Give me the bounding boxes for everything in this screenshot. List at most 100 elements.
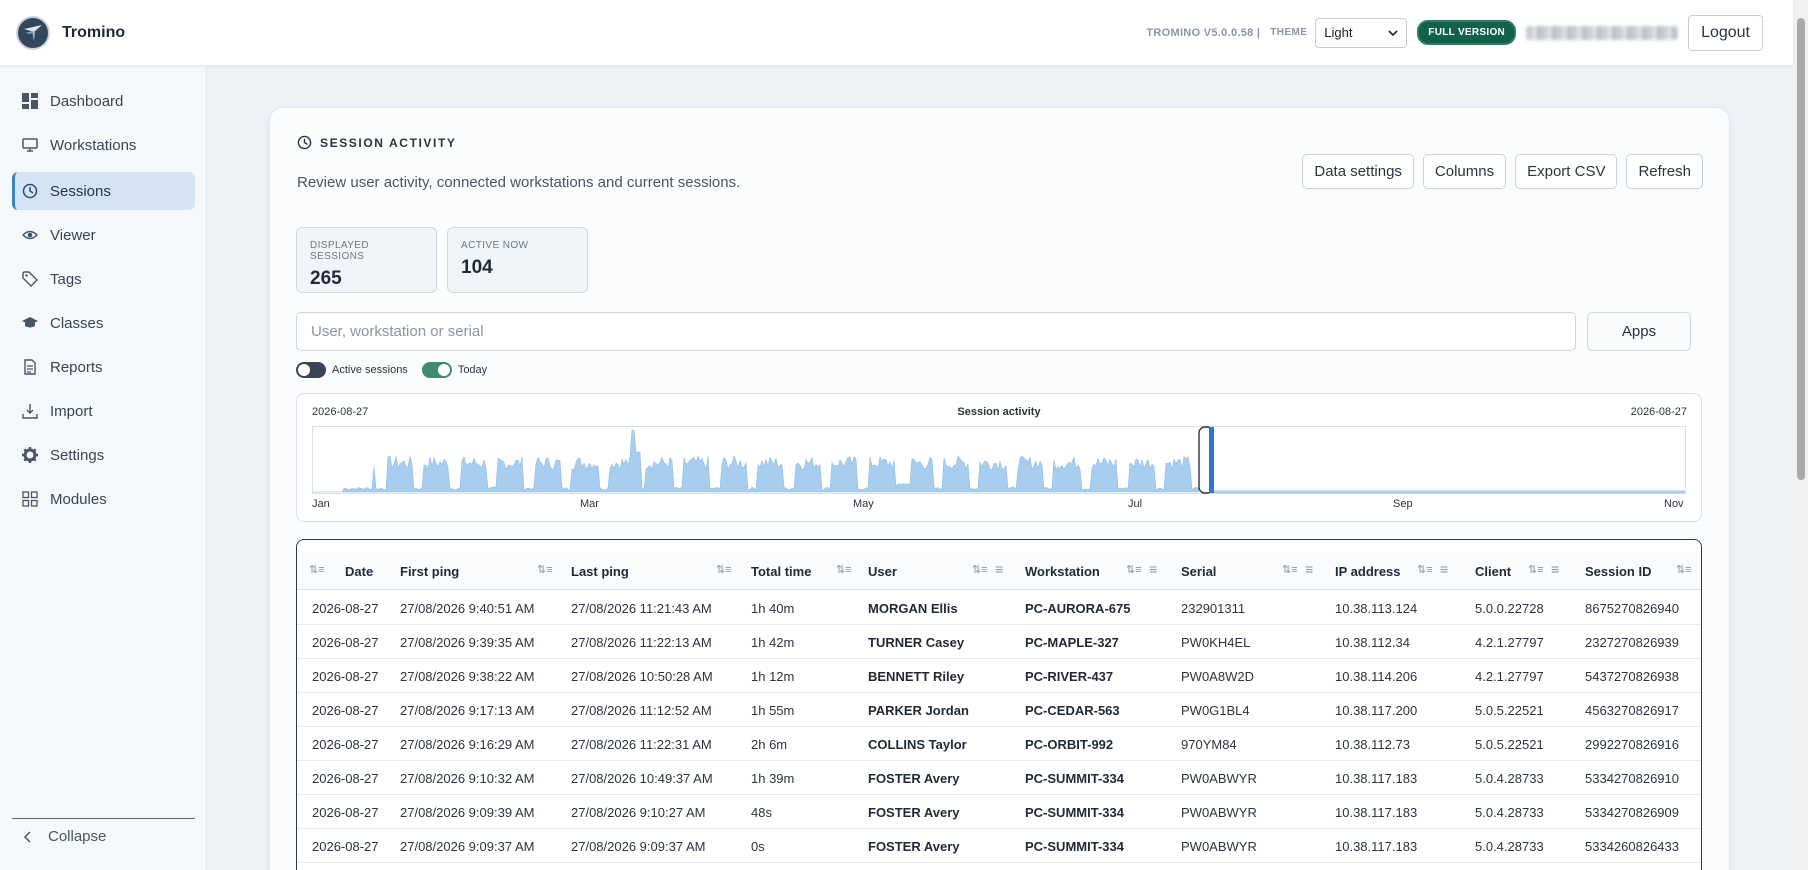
sort-icon[interactable]: ⇅≡ [1126,563,1142,576]
table-cell: 2h 6m [751,736,788,752]
sort-icon[interactable]: ⇅≡ [972,563,988,576]
table-cell: 27/08/2026 9:40:51 AM [400,600,535,616]
column-header[interactable]: Last ping [571,552,629,590]
sort-icon[interactable]: ⇅≡ [1528,563,1544,576]
scroll-thumb[interactable] [1797,18,1805,480]
table-cell: 5.0.4.28733 [1475,838,1544,854]
sidebar-item-label: Sessions [50,182,111,200]
table-row[interactable]: 2026-08-27 27/08/2026 9:17:13 AM 27/08/202… [297,693,1701,727]
table-row[interactable]: 2026-08-27 27/08/2026 9:39:35 AM 27/08/202… [297,625,1701,659]
chart-tick-label: May [853,498,874,510]
table-cell: 2026-08-27 [312,770,379,786]
column-menu-icon[interactable]: ≡ [1440,561,1448,577]
tag-icon [21,270,39,288]
table-cell: 4.2.1.27797 [1475,668,1544,684]
sort-icon[interactable]: ⇅≡ [1417,563,1433,576]
table-cell: PC-ORBIT-992 [1025,736,1114,752]
column-header[interactable]: Session ID [1585,552,1651,590]
export-csv-button[interactable]: Export CSV [1515,154,1618,189]
sidebar-item-tags[interactable]: Tags [12,260,195,298]
table-cell: 27/08/2026 11:22:13 AM [571,634,712,650]
apps-button[interactable]: Apps [1587,312,1691,351]
sidebar-item-viewer[interactable]: Viewer [12,216,195,254]
table-cell: 27/08/2026 11:21:43 AM [571,600,712,616]
column-header[interactable]: Client [1475,552,1511,590]
active-sessions-toggle[interactable] [296,362,326,378]
table-row[interactable]: 2026-08-27 27/08/2026 9:09:39 AM 27/08/202… [297,795,1701,829]
sidebar-item-sessions[interactable]: Sessions [12,172,195,210]
table-cell: 1h 39m [751,770,795,786]
sidebar-item-reports[interactable]: Reports [12,348,195,386]
sidebar-item-classes[interactable]: Classes [12,304,195,342]
sort-icon[interactable]: ⇅≡ [1282,563,1298,576]
page-scrollbar[interactable] [1793,0,1808,870]
sort-icon[interactable]: ⇅≡ [836,563,852,576]
table-cell: 10.38.112.34 [1335,634,1410,650]
table-cell: 8675270826940 [1585,600,1679,616]
sidebar-item-label: Dashboard [50,92,124,110]
sidebar-item-workstations[interactable]: Workstations [12,126,195,164]
table-cell: COLLINS Taylor [868,736,967,752]
eye-icon [21,226,39,244]
table-cell: PC-MAPLE-327 [1025,634,1119,650]
table-row[interactable]: 2026-08-27 27/08/2026 9:16:29 AM 27/08/202… [297,727,1701,761]
table-cell: FOSTER Avery [868,770,960,786]
chart-plot[interactable] [312,426,1686,496]
column-header[interactable]: First ping [400,552,459,590]
table-cell: 2026-08-27 [312,736,379,752]
table-cell: 970YM84 [1181,736,1237,752]
logout-button[interactable]: Logout [1688,14,1763,51]
column-header[interactable]: IP address [1335,552,1401,590]
table-row[interactable]: 2026-08-27 27/08/2026 9:09:37 AM 27/08/202… [297,829,1701,863]
table-cell: 48s [751,804,772,820]
table-cell: 27/08/2026 11:12:52 AM [571,702,712,718]
table-cell: PW0G1BL4 [1181,702,1250,718]
column-header[interactable]: Date [345,552,373,590]
table-cell: PW0ABWYR [1181,804,1257,820]
table-cell: 5.0.4.28733 [1475,804,1544,820]
chart-tick-label: Nov [1664,498,1684,510]
columns-button[interactable]: Columns [1422,154,1507,189]
table-row[interactable]: 2026-08-27 27/08/2026 9:38:22 AM 27/08/202… [297,659,1701,693]
table-cell: 5334270826910 [1585,770,1679,786]
search-input[interactable]: User, workstation or serial [296,312,1576,351]
column-menu-icon[interactable]: ≡ [1305,561,1313,577]
sidebar-item-dashboard[interactable]: Dashboard [12,82,195,120]
sidebar-item-modules[interactable]: Modules [12,480,195,518]
sort-icon[interactable]: ⇅≡ [716,563,732,576]
table-cell: 27/08/2026 9:09:37 AM [571,838,706,854]
refresh-button[interactable]: Refresh [1626,154,1703,189]
column-header[interactable]: Total time [751,552,811,590]
table-cell: FOSTER Avery [868,804,960,820]
sort-icon[interactable]: ⇅≡ [537,563,553,576]
stat-value: 104 [461,257,493,278]
table-cell: BENNETT Riley [868,668,965,684]
column-menu-icon[interactable]: ≡ [1149,561,1157,577]
sidebar-item-import[interactable]: Import [12,392,195,430]
brand[interactable]: Tromino [16,15,125,50]
table-cell: 10.38.117.200 [1335,702,1418,718]
sort-icon[interactable]: ⇅≡ [1676,563,1692,576]
chart-title: Session activity [957,406,1041,418]
sidebar-item-label: Reports [50,358,103,376]
app-logo-icon [16,15,50,50]
column-menu-icon[interactable]: ≡ [1551,561,1559,577]
theme-label: THEME [1270,27,1308,38]
data-settings-button[interactable]: Data settings [1302,154,1414,189]
column-menu-icon[interactable]: ≡ [995,561,1003,577]
table-cell: 2026-08-27 [312,600,379,616]
column-header[interactable]: Workstation [1025,552,1100,590]
table-cell: MORGAN Ellis [868,600,958,616]
sidebar-item-settings[interactable]: Settings [12,436,195,474]
chart-tick-label: Jan [312,498,330,510]
table-row[interactable]: 2026-08-27 27/08/2026 9:40:51 AM 27/08/202… [297,591,1701,625]
table-row[interactable]: 2026-08-27 27/08/2026 9:10:32 AM 27/08/202… [297,761,1701,795]
theme-select[interactable]: Light [1315,17,1408,48]
sort-icon[interactable]: ⇅≡ [309,563,325,576]
column-header[interactable]: Serial [1181,552,1216,590]
chart-tick-label: Jul [1128,498,1143,510]
column-header[interactable]: User [868,552,897,590]
collapse-button[interactable]: Collapse [22,828,106,845]
today-toggle[interactable] [421,362,452,378]
sidebar: Dashboard Workstations Sessions Viewer T… [0,66,207,870]
